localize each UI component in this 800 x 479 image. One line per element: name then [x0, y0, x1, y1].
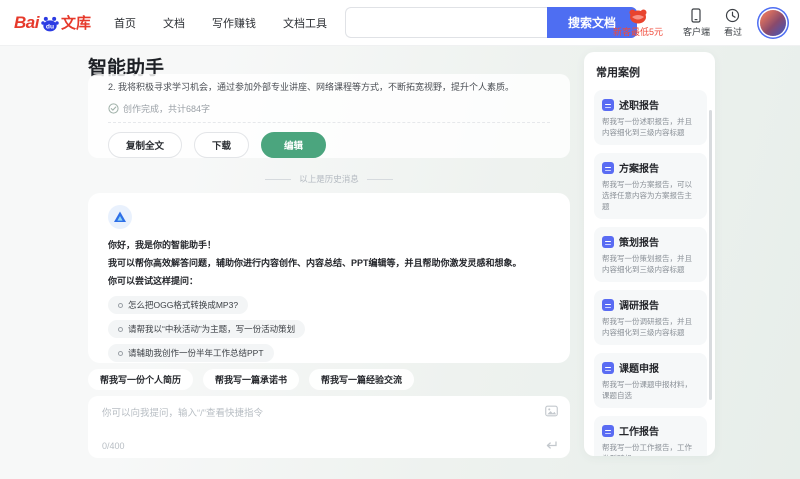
- svg-text:du: du: [46, 23, 54, 30]
- suggestion-chip-ogg-mp3[interactable]: 怎么把OGG格式转换成MP3?: [108, 296, 249, 314]
- nav-item-docs[interactable]: 文档: [163, 15, 185, 31]
- bullet-circle-icon: [118, 350, 123, 356]
- case-desc: 帮我写一份调研报告，并且内容细化到三级内容标题: [602, 317, 692, 337]
- cases-panel-title: 常用案例: [596, 67, 640, 79]
- case-item-research-report[interactable]: 调研报告 帮我写一份调研报告，并且内容细化到三级内容标题: [594, 290, 707, 345]
- suggested-questions: 怎么把OGG格式转换成MP3? 请帮我以“中秋活动”为主题，写一份活动策划 请辅…: [108, 296, 550, 362]
- char-counter: 0/400: [102, 441, 125, 451]
- quick-prompt-experience[interactable]: 帮我写一篇经验交流: [309, 369, 415, 390]
- case-doc-icon: [602, 361, 614, 374]
- case-desc: 帮我写一份方案报告，可以选择任意内容为方案报告主题: [602, 180, 692, 211]
- case-doc-icon: [602, 98, 614, 111]
- client-label: 客户端: [682, 26, 710, 37]
- check-circle-icon: [108, 103, 119, 114]
- case-title: 工作报告: [619, 427, 659, 438]
- case-desc: 帮我写一份述职报告，并且内容细化到三级内容标题: [602, 117, 692, 137]
- logo-wenku-text: 文库: [60, 15, 91, 32]
- search-bar: 搜索文档: [345, 7, 637, 38]
- history-action-buttons: 复制全文 下载 编辑: [108, 132, 550, 158]
- edit-button[interactable]: 编辑: [261, 132, 327, 158]
- history-divider-text: 以上是历史消息: [299, 174, 359, 184]
- viewed-history-entry[interactable]: 看过: [724, 8, 742, 38]
- baidu-paw-icon: du: [41, 16, 59, 31]
- logo-bai-text: Bai: [14, 12, 39, 32]
- case-title: 策划报告: [619, 238, 659, 249]
- case-desc: 帮我写一份课题申报材料，课题自选: [602, 380, 692, 400]
- greeting-line-1: 你好，我是你的智能助手！: [108, 240, 217, 250]
- download-button[interactable]: 下载: [194, 132, 250, 158]
- bullet-circle-icon: [118, 302, 123, 308]
- common-cases-panel: 常用案例 述职报告 帮我写一份述职报告，并且内容细化到三级内容标题 方案报告 帮…: [584, 52, 715, 456]
- quick-prompt-resume[interactable]: 帮我写一份个人简历: [88, 369, 194, 390]
- case-title: 课题申报: [619, 364, 659, 375]
- prompt-input[interactable]: [102, 405, 522, 433]
- assistant-greeting-card: 你好，我是你的智能助手！ 我可以帮你高效解答问题，辅助你进行内容创作、内容总结、…: [88, 193, 570, 363]
- main-navigation: 首页 文档 写作赚钱 文档工具 更多: [114, 15, 376, 31]
- promo-gift-icon: [629, 9, 647, 23]
- case-doc-icon: [602, 161, 614, 174]
- baidu-wenku-logo[interactable]: Bai du 文库: [14, 12, 98, 33]
- suggestion-text: 怎么把OGG格式转换成MP3?: [128, 300, 239, 310]
- navbar-right-cluster: 新客最低5元 客户端 看过: [607, 0, 790, 45]
- panel-scrollbar[interactable]: [709, 110, 712, 400]
- case-item-planning-report[interactable]: 策划报告 帮我写一份策划报告，并且内容细化到三级内容标题: [594, 227, 707, 282]
- case-doc-icon: [602, 235, 614, 248]
- suggestion-chip-midautumn-plan[interactable]: 请帮我以“中秋活动”为主题，写一份活动策划: [108, 320, 306, 338]
- history-divider: 以上是历史消息: [88, 172, 570, 186]
- case-item-project-application[interactable]: 课题申报 帮我写一份课题申报材料，课题自选: [594, 353, 707, 408]
- suggestion-text: 请帮我以“中秋活动”为主题，写一份活动策划: [128, 324, 296, 334]
- assistant-logo-icon: [114, 211, 126, 222]
- nav-item-doc-tools[interactable]: 文档工具: [283, 15, 327, 31]
- case-title: 方案报告: [619, 164, 659, 175]
- quick-prompt-commitment[interactable]: 帮我写一篇承诺书: [203, 369, 300, 390]
- viewed-label: 看过: [723, 26, 742, 37]
- case-doc-icon: [602, 298, 614, 311]
- case-title: 述职报告: [619, 101, 659, 112]
- enter-send-icon[interactable]: [545, 440, 558, 451]
- history-message-card: 2. 我将积极寻求学习机会，通过参加外部专业讲座、网络课程等方式，不断拓宽视野，…: [88, 74, 570, 158]
- bullet-circle-icon: [118, 326, 123, 332]
- baidu-wenku-assistant-page: Bai du 文库 首页 文档 写作赚钱 文档工具 更多 搜索文档: [0, 0, 800, 479]
- client-app-entry[interactable]: 客户端: [682, 7, 710, 38]
- nav-item-home[interactable]: 首页: [114, 15, 136, 31]
- viewed-clock-icon: [726, 8, 740, 22]
- user-avatar[interactable]: [760, 9, 786, 36]
- creation-status-row: 创作完成，共计684字: [108, 102, 550, 123]
- prompt-input-card: 0/400: [88, 396, 570, 458]
- copy-all-button[interactable]: 复制全文: [108, 132, 183, 158]
- case-item-proposal-report[interactable]: 方案报告 帮我写一份方案报告，可以选择任意内容为方案报告主题: [594, 153, 707, 219]
- creation-status-text: 创作完成，共计684字: [123, 104, 211, 114]
- case-item-work-report[interactable]: 工作报告 帮我写一份工作报告，工作类型随机: [594, 416, 707, 456]
- quick-prompt-row: 帮我写一份个人简历 帮我写一篇承诺书 帮我写一篇经验交流: [88, 369, 570, 390]
- client-phone-icon: [691, 7, 702, 23]
- greeting-line-3: 你可以尝试这样提问：: [108, 276, 199, 286]
- suggestion-chip-halfyear-ppt[interactable]: 请辅助我创作一份半年工作总结PPT: [108, 344, 274, 362]
- suggestion-text: 请辅助我创作一份半年工作总结PPT: [128, 348, 264, 358]
- promo-label: 新客最低5元: [612, 26, 663, 37]
- case-item-shuzhi-report[interactable]: 述职报告 帮我写一份述职报告，并且内容细化到三级内容标题: [594, 90, 707, 145]
- promo-offer[interactable]: 新客最低5元: [607, 8, 669, 38]
- case-title: 调研报告: [619, 301, 659, 312]
- nav-item-write-earn[interactable]: 写作赚钱: [212, 15, 256, 31]
- top-navbar: Bai du 文库 首页 文档 写作赚钱 文档工具 更多 搜索文档: [0, 0, 800, 45]
- image-upload-icon[interactable]: [545, 405, 558, 417]
- case-desc: 帮我写一份工作报告，工作类型随机: [602, 443, 692, 456]
- greeting-line-2: 我可以帮你高效解答问题，辅助你进行内容创作、内容总结、PPT编辑等，并且帮助你激…: [108, 258, 522, 268]
- case-desc: 帮我写一份策划报告，并且内容细化到三级内容标题: [602, 254, 692, 274]
- case-doc-icon: [602, 424, 614, 437]
- assistant-avatar: [108, 205, 132, 229]
- search-input[interactable]: [345, 7, 547, 38]
- history-truncated-text: 2. 我将积极寻求学习机会，通过参加外部专业讲座、网络课程等方式，不断拓宽视野，…: [108, 82, 515, 92]
